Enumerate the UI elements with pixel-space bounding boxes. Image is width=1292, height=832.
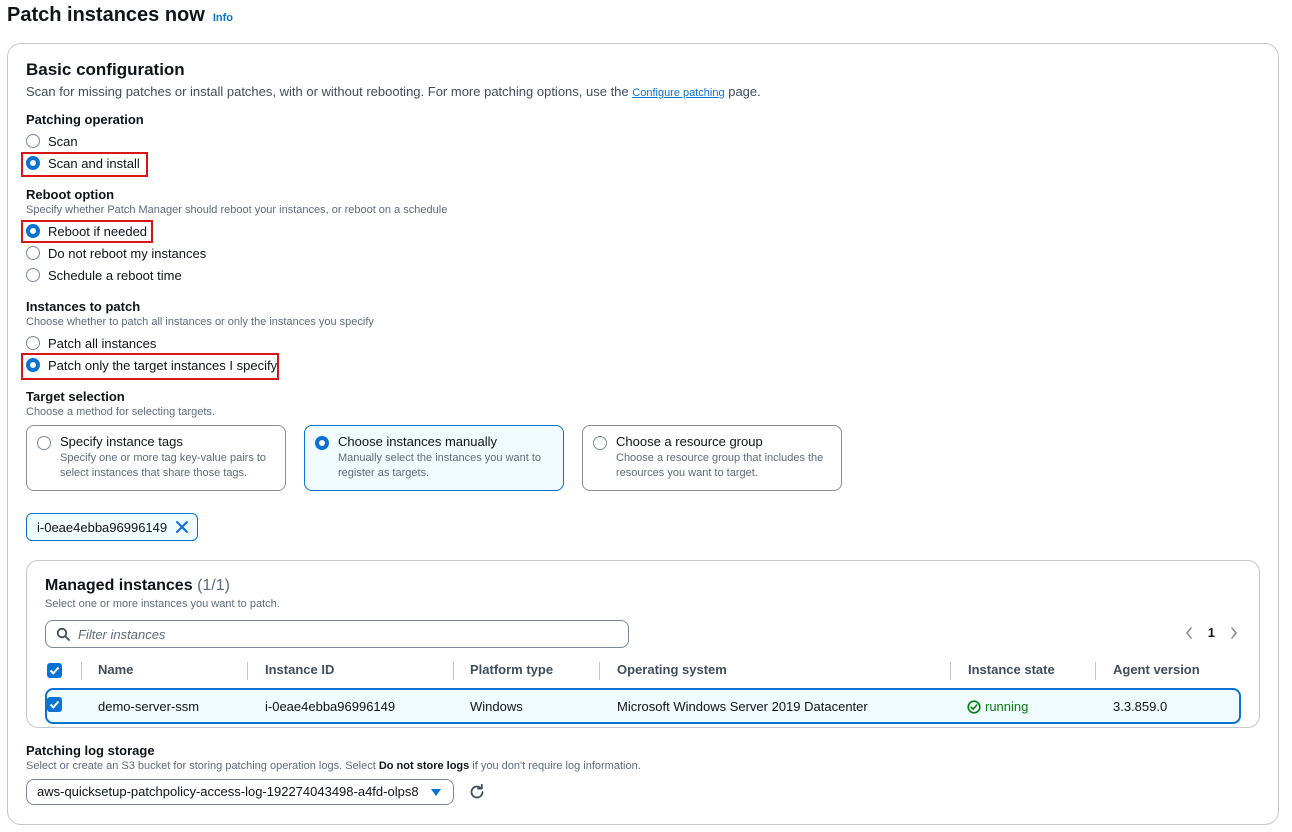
section-description-end: page. <box>724 84 761 99</box>
radio-do-not-reboot[interactable]: Do not reboot my instances <box>26 243 206 263</box>
token-label: i-0eae4ebba96996149 <box>37 519 168 535</box>
column-platform-type[interactable]: Platform type <box>470 662 553 677</box>
check-icon <box>49 666 60 675</box>
section-description-text: Scan for missing patches or install patc… <box>26 84 633 99</box>
reboot-option-description: Specify whether Patch Manager should reb… <box>26 204 448 216</box>
row-checkbox[interactable] <box>47 697 62 712</box>
search-icon <box>56 627 70 641</box>
check-circle-icon <box>967 699 981 714</box>
tile-title: Choose instances manually <box>338 434 497 449</box>
log-storage-label: Patching log storage <box>26 743 155 758</box>
column-name[interactable]: Name <box>98 662 133 677</box>
radio-button[interactable] <box>26 224 40 238</box>
info-link[interactable]: Info <box>213 12 233 24</box>
select-value: aws-quicksetup-patchpolicy-access-log-19… <box>37 784 419 799</box>
filter-input[interactable] <box>78 625 618 643</box>
page-header: Patch instances now Info <box>7 4 233 27</box>
radio-button[interactable] <box>26 336 40 350</box>
radio-button[interactable] <box>26 268 40 282</box>
radio-label: Patch only the target instances I specif… <box>48 357 278 373</box>
reboot-option-label: Reboot option <box>26 187 115 202</box>
chevron-left-icon[interactable] <box>1184 626 1194 640</box>
radio-label: Schedule a reboot time <box>48 267 182 283</box>
tile-title: Specify instance tags <box>60 434 183 449</box>
selected-instance-token: i-0eae4ebba96996149 <box>26 513 198 541</box>
cell-operating-system: Microsoft Windows Server 2019 Datacenter <box>617 699 868 714</box>
pagination: 1 <box>1184 625 1239 640</box>
table-title-text: Managed instances <box>45 577 193 594</box>
radio-reboot-if-needed[interactable]: Reboot if needed <box>26 221 147 241</box>
refresh-icon[interactable] <box>468 783 486 801</box>
radio-button[interactable] <box>593 436 607 450</box>
radio-scan-and-install[interactable]: Scan and install <box>26 153 140 173</box>
column-instance-state[interactable]: Instance state <box>968 662 1055 677</box>
page-title: Patch instances now <box>7 4 205 26</box>
radio-label: Scan and install <box>48 155 140 171</box>
radio-label: Do not reboot my instances <box>48 245 207 261</box>
cell-instance-id: i-0eae4ebba96996149 <box>265 699 396 714</box>
radio-scan[interactable]: Scan <box>26 131 78 151</box>
section-description: Scan for missing patches or install patc… <box>26 84 761 99</box>
radio-patch-target-only[interactable]: Patch only the target instances I specif… <box>26 355 277 375</box>
table-row[interactable]: demo-server-ssm i-0eae4ebba96996149 Wind… <box>45 688 1241 724</box>
radio-button[interactable] <box>26 246 40 260</box>
radio-button[interactable] <box>315 436 329 450</box>
instance-state-text: running <box>985 699 1029 714</box>
radio-label: Reboot if needed <box>48 223 148 239</box>
managed-instances-table: Managed instances (1/1) Select one or mo… <box>26 560 1260 728</box>
radio-button[interactable] <box>37 436 51 450</box>
filter-instances[interactable] <box>45 620 629 648</box>
tile-description: Manually select the instances you want t… <box>338 452 542 479</box>
radio-button[interactable] <box>26 358 40 372</box>
radio-button[interactable] <box>26 134 40 148</box>
check-icon <box>49 700 60 709</box>
log-storage-description: Select or create an S3 bucket for storin… <box>26 760 641 772</box>
select-all-checkbox[interactable] <box>47 663 62 678</box>
log-desc-text: Select or create an S3 bucket for storin… <box>26 760 379 772</box>
column-instance-id[interactable]: Instance ID <box>265 662 334 677</box>
radio-label: Patch all instances <box>48 335 157 351</box>
radio-schedule-reboot[interactable]: Schedule a reboot time <box>26 265 182 285</box>
cell-instance-state: running <box>967 699 1028 714</box>
tile-description: Specify one or more tag key-value pairs … <box>60 452 267 479</box>
column-operating-system[interactable]: Operating system <box>617 662 727 677</box>
close-icon[interactable] <box>173 518 191 536</box>
log-desc-bold: Do not store logs <box>378 760 470 772</box>
caret-down-icon <box>431 789 441 796</box>
tile-description: Choose a resource group that includes th… <box>616 452 824 479</box>
page-number[interactable]: 1 <box>1208 625 1215 640</box>
cell-name: demo-server-ssm <box>98 699 200 714</box>
tile-title: Choose a resource group <box>616 434 763 449</box>
patching-operation-label: Patching operation <box>26 112 144 127</box>
tile-choose-resource-group[interactable]: Choose a resource group Choose a resourc… <box>582 425 842 491</box>
target-selection-description: Choose a method for selecting targets. <box>26 406 215 418</box>
table-header: Name Instance ID Platform type Operating… <box>45 659 1241 683</box>
table-title: Managed instances (1/1) <box>45 577 230 595</box>
section-title: Basic configuration <box>26 60 185 79</box>
tile-specify-instance-tags[interactable]: Specify instance tags Specify one or mor… <box>26 425 286 491</box>
target-selection-label: Target selection <box>26 389 125 404</box>
table-description: Select one or more instances you want to… <box>45 598 280 610</box>
cell-platform-type: Windows <box>470 699 523 714</box>
configure-patching-link[interactable]: Configure patching <box>632 87 724 99</box>
cell-agent-version: 3.3.859.0 <box>1113 699 1168 714</box>
log-desc-end: if you don't require log information. <box>469 760 641 772</box>
chevron-right-icon[interactable] <box>1229 626 1239 640</box>
column-agent-version[interactable]: Agent version <box>1113 662 1200 677</box>
tile-choose-instances-manually[interactable]: Choose instances manually Manually selec… <box>304 425 564 491</box>
s3-bucket-select[interactable]: aws-quicksetup-patchpolicy-access-log-19… <box>26 779 454 805</box>
table-count: (1/1) <box>197 577 230 594</box>
radio-button[interactable] <box>26 156 40 170</box>
basic-configuration-container: Basic configuration Scan for missing pat… <box>7 43 1279 825</box>
radio-patch-all[interactable]: Patch all instances <box>26 333 156 353</box>
instances-to-patch-label: Instances to patch <box>26 299 141 314</box>
radio-label: Scan <box>48 133 78 149</box>
instances-to-patch-description: Choose whether to patch all instances or… <box>26 316 374 328</box>
